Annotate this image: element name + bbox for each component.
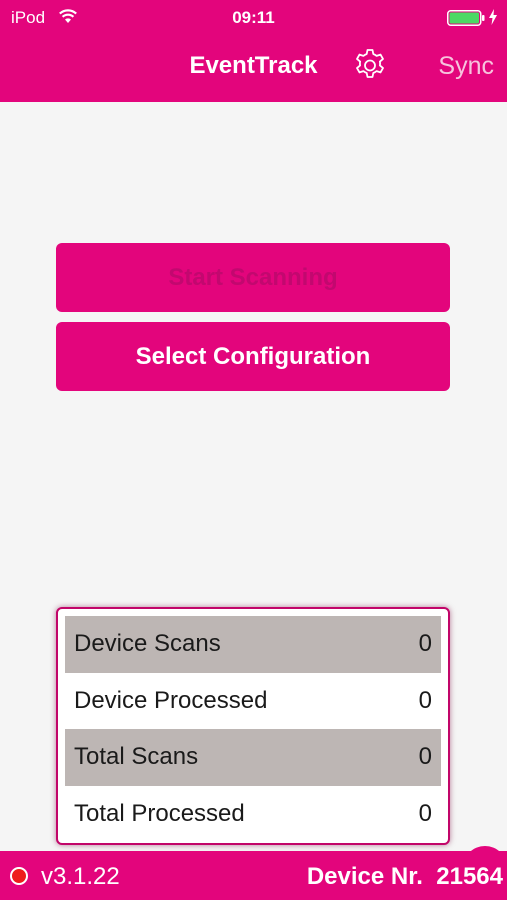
stat-value: 0 [418,630,432,658]
status-bar: iPod 09:11 [0,0,507,34]
stat-value: 0 [418,686,432,714]
battery-icon [447,10,485,26]
stat-row-device-processed: Device Processed 0 [65,673,441,730]
footer-bar: v3.1.22 Device Nr. 21564 [0,851,507,900]
page-title: EventTrack [189,52,318,79]
stat-row-total-scans: Total Scans 0 [65,729,441,786]
charging-bolt-icon [489,9,497,25]
app-header: iPod 09:11 EventTrack Sync [0,0,507,102]
device-number-value: 21564 [436,863,503,890]
start-scanning-button[interactable]: Start Scanning [56,243,450,312]
stat-row-total-processed: Total Processed 0 [65,786,441,843]
stats-panel: Device Scans 0 Device Processed 0 Total … [56,607,450,845]
record-dot-icon [10,867,28,885]
stat-row-device-scans: Device Scans 0 [65,616,441,673]
sync-button[interactable]: Sync [438,52,494,81]
status-time: 09:11 [232,8,275,27]
stat-value: 0 [418,799,432,827]
device-number: Device Nr. 21564 [307,863,503,891]
select-configuration-button[interactable]: Select Configuration [56,322,450,391]
app-version: v3.1.22 [41,863,120,890]
stat-value: 0 [418,743,432,771]
stat-label: Device Processed [74,686,268,714]
device-label: Device Nr. [306,863,423,890]
stat-label: Total Processed [74,799,245,827]
stat-label: Device Scans [74,630,221,658]
stat-label: Total Scans [74,743,199,771]
gear-icon[interactable] [352,47,388,83]
